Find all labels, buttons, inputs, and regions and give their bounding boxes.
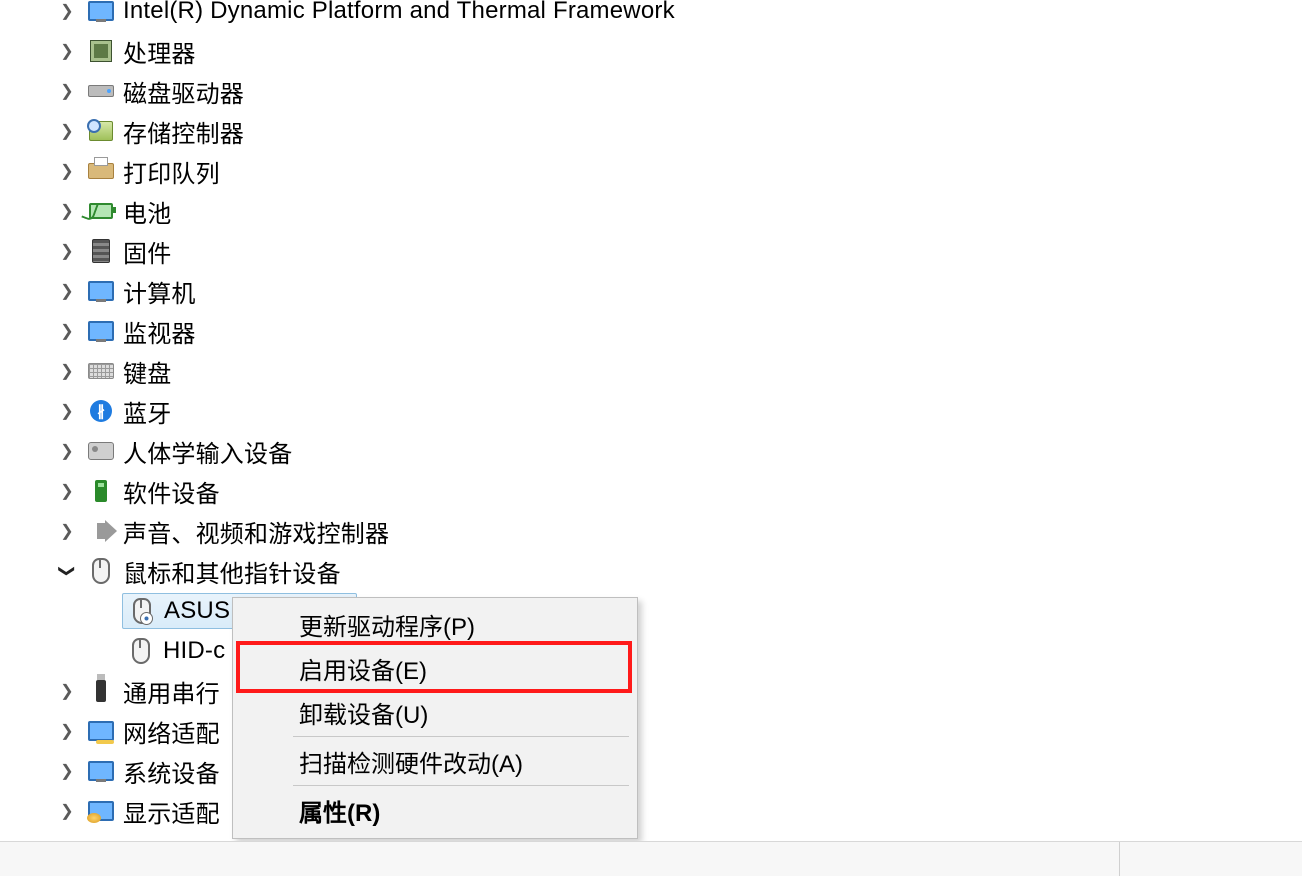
menu-item-label: 扫描检测硬件改动(A) xyxy=(299,744,523,779)
status-bar xyxy=(0,841,1302,876)
menu-item-enable-device[interactable]: 启用设备(E) xyxy=(235,646,635,690)
tree-item[interactable]: ❯ 网络适配 xyxy=(0,711,1302,751)
chevron-right-icon[interactable]: ❯ xyxy=(58,802,76,820)
chevron-down-icon[interactable]: ❯ xyxy=(58,562,76,580)
menu-item-scan-hardware[interactable]: 扫描检测硬件改动(A) xyxy=(235,739,635,783)
chevron-right-icon[interactable]: ❯ xyxy=(58,522,76,540)
tree-item[interactable]: ❯ 电池 xyxy=(0,191,1302,231)
tree-item[interactable]: ❯ ∦ 蓝牙 xyxy=(0,391,1302,431)
chevron-right-icon[interactable]: ❯ xyxy=(58,322,76,340)
tree-item[interactable]: ❯ 处理器 xyxy=(0,31,1302,71)
menu-separator xyxy=(293,736,629,737)
tree-item-label: Intel(R) Dynamic Platform and Thermal Fr… xyxy=(123,0,675,25)
chevron-right-icon[interactable]: ❯ xyxy=(58,82,76,100)
chevron-right-icon[interactable]: ❯ xyxy=(58,42,76,60)
chevron-right-icon[interactable]: ❯ xyxy=(58,722,76,740)
chevron-right-icon[interactable]: ❯ xyxy=(58,362,76,380)
tree-item[interactable]: ❯ 监视器 xyxy=(0,311,1302,351)
keyboard-icon xyxy=(88,358,114,384)
speaker-icon xyxy=(88,518,114,544)
mouse-icon xyxy=(128,638,154,664)
tree-item-label: ASUS xyxy=(164,597,230,625)
tree-item-label: 通用串行 xyxy=(123,674,220,709)
tree-item-label: 计算机 xyxy=(123,274,196,309)
tree-item-label: 磁盘驱动器 xyxy=(123,74,244,109)
menu-item-uninstall-device[interactable]: 卸载设备(U) xyxy=(235,690,635,734)
bluetooth-icon: ∦ xyxy=(88,398,114,424)
computer-icon xyxy=(88,278,114,304)
usb-icon xyxy=(88,678,114,704)
chevron-right-icon[interactable]: ❯ xyxy=(58,482,76,500)
mouse-icon xyxy=(88,558,114,584)
tree-item-label: 蓝牙 xyxy=(123,394,171,429)
chevron-right-icon[interactable]: ❯ xyxy=(58,762,76,780)
tree-item-label: 人体学输入设备 xyxy=(123,434,292,469)
tree-item[interactable]: ❯ 声音、视频和游戏控制器 xyxy=(0,511,1302,551)
tree-item[interactable]: ❯ 键盘 xyxy=(0,351,1302,391)
tree-item-label: 软件设备 xyxy=(123,474,220,509)
tree-item-label: 监视器 xyxy=(123,314,196,349)
tree-item-mouse-category[interactable]: ❯ 鼠标和其他指针设备 xyxy=(0,551,1302,591)
tree-item-label: 系统设备 xyxy=(123,754,220,789)
tree-item[interactable]: ❯ 人体学输入设备 xyxy=(0,431,1302,471)
menu-item-label: 启用设备(E) xyxy=(299,651,427,686)
monitor-icon xyxy=(88,0,114,24)
tree-item-device-hid[interactable]: HID-c xyxy=(0,631,1302,671)
printer-icon xyxy=(88,158,114,184)
tree-item-label: 鼠标和其他指针设备 xyxy=(123,554,341,589)
context-menu[interactable]: 更新驱动程序(P) 启用设备(E) 卸载设备(U) 扫描检测硬件改动(A) 属性… xyxy=(232,597,638,839)
tree-item[interactable]: ❯ 存储控制器 xyxy=(0,111,1302,151)
tree-item[interactable]: ❯ 系统设备 xyxy=(0,751,1302,791)
chevron-right-icon[interactable]: ❯ xyxy=(58,402,76,420)
menu-item-properties[interactable]: 属性(R) xyxy=(235,788,635,832)
tree-item-label: 键盘 xyxy=(123,354,171,389)
tree-item-label: 打印队列 xyxy=(123,154,220,189)
chevron-right-icon[interactable]: ❯ xyxy=(58,282,76,300)
network-adapter-icon xyxy=(88,718,114,744)
cpu-icon xyxy=(88,38,114,64)
hid-icon xyxy=(88,438,114,464)
device-tree[interactable]: ❯ Intel(R) Dynamic Platform and Thermal … xyxy=(0,0,1302,831)
tree-item-label: HID-c xyxy=(163,637,225,665)
status-segment xyxy=(1119,842,1302,876)
monitor-icon xyxy=(88,318,114,344)
chevron-right-icon[interactable]: ❯ xyxy=(58,162,76,180)
tree-item-label: 固件 xyxy=(123,234,171,269)
tree-item-label: 显示适配 xyxy=(123,794,220,829)
mouse-disabled-icon xyxy=(129,598,155,624)
disk-icon xyxy=(88,78,114,104)
menu-item-label: 更新驱动程序(P) xyxy=(299,607,475,642)
tree-item[interactable]: ❯ 磁盘驱动器 xyxy=(0,71,1302,111)
tree-item[interactable]: ❯ 显示适配 xyxy=(0,791,1302,831)
status-segment xyxy=(0,842,1119,876)
battery-icon xyxy=(88,198,114,224)
display-adapter-icon xyxy=(88,798,114,824)
tree-item[interactable]: ❯ 固件 xyxy=(0,231,1302,271)
system-device-icon xyxy=(88,758,114,784)
chevron-right-icon[interactable]: ❯ xyxy=(58,202,76,220)
tree-item-label: 电池 xyxy=(123,194,171,229)
tree-item-device-asus[interactable]: ASUS xyxy=(0,591,1302,631)
menu-item-update-driver[interactable]: 更新驱动程序(P) xyxy=(235,602,635,646)
menu-separator xyxy=(293,785,629,786)
chevron-right-icon[interactable]: ❯ xyxy=(58,682,76,700)
tree-item[interactable]: ❯ 通用串行 xyxy=(0,671,1302,711)
tree-item-label: 声音、视频和游戏控制器 xyxy=(123,514,389,549)
menu-item-label: 属性(R) xyxy=(299,793,380,828)
tree-item[interactable]: ❯ Intel(R) Dynamic Platform and Thermal … xyxy=(0,0,1302,31)
tree-item-label: 存储控制器 xyxy=(123,114,244,149)
chevron-right-icon[interactable]: ❯ xyxy=(58,242,76,260)
software-device-icon xyxy=(88,478,114,504)
storage-controller-icon xyxy=(88,118,114,144)
firmware-icon xyxy=(88,238,114,264)
tree-item-label: 处理器 xyxy=(123,34,196,69)
tree-item[interactable]: ❯ 软件设备 xyxy=(0,471,1302,511)
chevron-right-icon[interactable]: ❯ xyxy=(58,442,76,460)
tree-item[interactable]: ❯ 打印队列 xyxy=(0,151,1302,191)
chevron-right-icon[interactable]: ❯ xyxy=(58,2,76,20)
tree-item[interactable]: ❯ 计算机 xyxy=(0,271,1302,311)
menu-item-label: 卸载设备(U) xyxy=(299,695,428,730)
tree-item-label: 网络适配 xyxy=(123,714,220,749)
chevron-right-icon[interactable]: ❯ xyxy=(58,122,76,140)
